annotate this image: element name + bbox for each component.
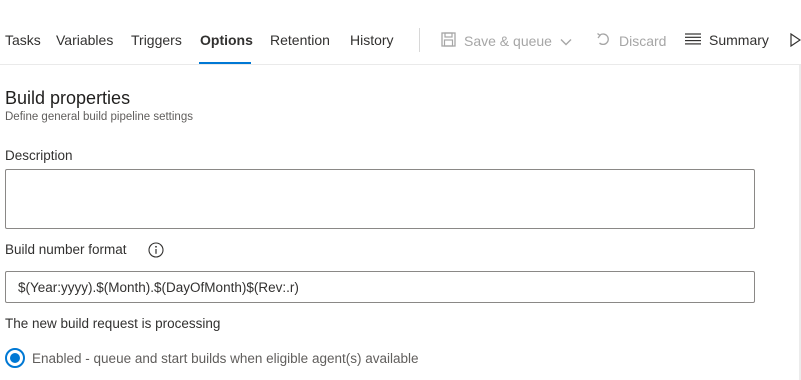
tab-tasks[interactable]: Tasks <box>5 32 41 48</box>
enabled-option[interactable]: Enabled - queue and start builds when el… <box>5 348 419 368</box>
page-title: Build properties <box>5 88 131 108</box>
tab-retention[interactable]: Retention <box>270 32 330 48</box>
page-subtitle: Define general build pipeline settings <box>5 111 193 123</box>
save-and-queue-button[interactable]: Save & queue <box>441 32 572 50</box>
build-number-format-field[interactable]: $(Year:yyyy).$(Month).$(DayOfMonth)$(Rev… <box>5 271 755 303</box>
discard-button[interactable]: Discard <box>596 32 666 50</box>
undo-icon <box>596 32 611 50</box>
discard-label: Discard <box>619 33 667 49</box>
build-number-format-label: Build number format <box>5 242 127 257</box>
summary-button[interactable]: Summary <box>685 32 769 48</box>
radio-selected-dot <box>10 353 20 363</box>
description-field[interactable] <box>5 169 755 229</box>
tab-history[interactable]: History <box>350 32 394 48</box>
save-icon <box>441 32 456 50</box>
description-label: Description <box>5 148 73 163</box>
tab-options[interactable]: Options <box>200 32 253 48</box>
active-tab-indicator <box>199 62 251 64</box>
summary-label: Summary <box>709 32 769 48</box>
enabled-option-label: Enabled - queue and start builds when el… <box>32 350 419 366</box>
enabled-radio[interactable] <box>5 348 25 368</box>
list-icon <box>685 32 701 48</box>
toolbar-divider <box>419 28 420 52</box>
top-command-bar: Tasks Variables Triggers Options Retenti… <box>0 0 801 65</box>
info-icon[interactable] <box>148 242 164 258</box>
tab-triggers[interactable]: Triggers <box>131 32 182 48</box>
processing-label: The new build request is processing <box>5 316 221 331</box>
chevron-down-icon[interactable] <box>560 33 572 49</box>
save-and-queue-label: Save & queue <box>464 33 552 49</box>
play-icon[interactable] <box>790 33 801 47</box>
tab-variables[interactable]: Variables <box>56 32 113 48</box>
